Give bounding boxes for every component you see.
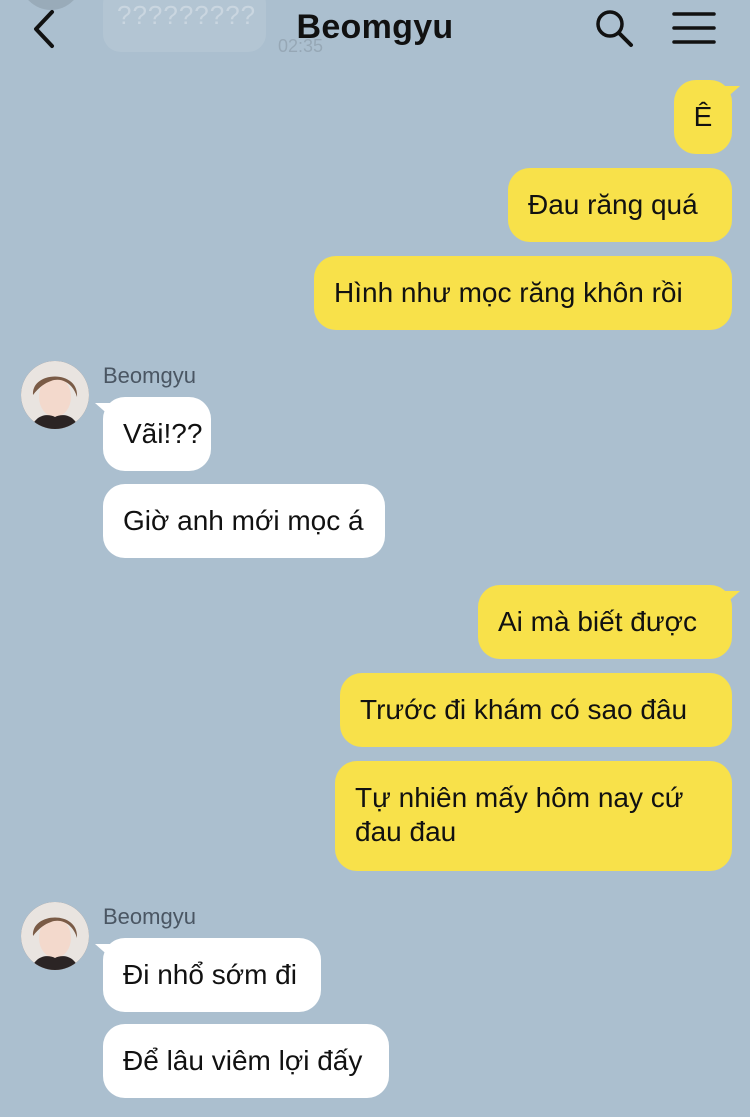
search-icon xyxy=(596,10,633,47)
message-text: Hình như mọc răng khôn rồi xyxy=(334,277,683,308)
message-text: Ê xyxy=(693,101,713,132)
message-bubble-me[interactable]: Đau răng quá xyxy=(508,168,732,242)
message-bubble-them[interactable]: Giờ anh mới mọc á xyxy=(103,484,385,558)
sender-name: Beomgyu xyxy=(103,904,196,929)
message-bubble-me[interactable]: Hình như mọc răng khôn rồi xyxy=(314,256,732,330)
message-text: Giờ anh mới mọc á xyxy=(123,505,364,536)
search-button[interactable] xyxy=(594,8,634,48)
message-bubble-me[interactable]: Ai mà biết được xyxy=(478,585,740,659)
message-text: Đi nhổ sớm đi xyxy=(123,959,297,990)
sender-name: Beomgyu xyxy=(103,363,196,388)
message-text: Trước đi khám có sao đâu xyxy=(360,694,688,725)
message-bubble-them[interactable]: Để lâu viêm lợi đấy xyxy=(103,1024,389,1098)
message-text: Tự nhiên mấy hôm nay cứ đau đau xyxy=(355,782,684,847)
message-text: Ai mà biết được xyxy=(498,606,697,637)
message-text: Để lâu viêm lợi đấy xyxy=(123,1045,363,1076)
menu-icon xyxy=(672,12,716,44)
message-text: Đau răng quá xyxy=(528,189,698,220)
profile-photo-icon xyxy=(21,361,89,429)
avatar[interactable] xyxy=(21,902,89,970)
message-bubble-me[interactable]: Trước đi khám có sao đâu xyxy=(340,673,732,747)
profile-photo-icon xyxy=(21,902,89,970)
message-bubble-them[interactable]: Đi nhổ sớm đi xyxy=(95,938,321,1012)
message-bubble-me[interactable]: Ê xyxy=(674,80,740,154)
avatar[interactable] xyxy=(21,361,89,429)
chat-title: Beomgyu xyxy=(296,8,454,46)
message-bubble-them[interactable]: Vãi!?? xyxy=(95,397,211,471)
message-bubble-me[interactable]: Tự nhiên mấy hôm nay cứ đau đau xyxy=(335,761,732,871)
message-text: Vãi!?? xyxy=(123,418,203,449)
menu-button[interactable] xyxy=(671,10,717,46)
